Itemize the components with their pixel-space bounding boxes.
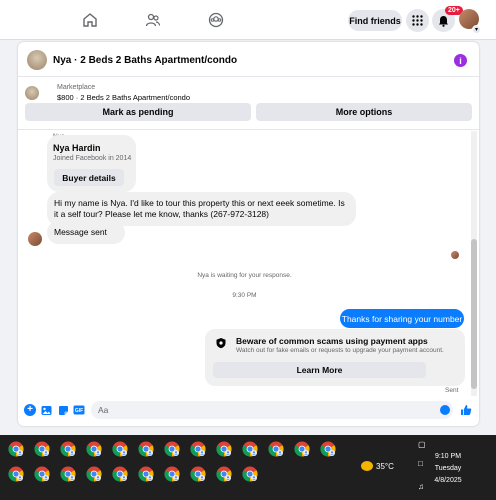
chrome-icon[interactable]: [164, 441, 180, 457]
top-navigation: Find friends 20+ ▾: [0, 0, 496, 40]
clock-time: 9:10 PM: [434, 453, 462, 460]
chrome-icon[interactable]: [242, 466, 258, 482]
network-icon[interactable]: □: [418, 459, 423, 468]
scam-warning-card: Beware of common scams using payment app…: [205, 329, 465, 386]
sender-avatar[interactable]: [28, 232, 42, 246]
sent-status: Sent: [445, 387, 459, 394]
chrome-icon[interactable]: [320, 441, 336, 457]
sticker-icon[interactable]: [57, 404, 69, 416]
chrome-icon[interactable]: [112, 466, 128, 482]
taskbar: 35°C ▢ □ ♫ 9:10 PM Tuesday 4/8/2025: [0, 435, 496, 500]
waiting-notice: Nya is waiting for your response.: [197, 272, 292, 279]
chrome-icon[interactable]: [60, 466, 76, 482]
scam-warning-description: Watch out for fake emails or requests to…: [236, 347, 444, 354]
chrome-icon[interactable]: [86, 466, 102, 482]
photo-icon[interactable]: [40, 404, 52, 416]
composer: + GIF: [18, 399, 479, 426]
more-options-button[interactable]: More options: [256, 103, 472, 121]
listing-thumbnail[interactable]: [25, 86, 39, 100]
grid-icon: [412, 15, 423, 26]
message-list: Nya Nya Hardin Joined Facebook in 2014 B…: [18, 131, 479, 396]
chat-header: Nya · 2 Beds 2 Baths Apartment/condo i: [18, 42, 479, 77]
buyer-name: Nya Hardin: [53, 143, 101, 153]
chrome-icon[interactable]: [216, 441, 232, 457]
chat-window: Nya · 2 Beds 2 Baths Apartment/condo i M…: [18, 42, 479, 426]
chrome-icon[interactable]: [294, 441, 310, 457]
buyer-joined: Joined Facebook in 2014: [53, 155, 132, 162]
listing-banner: Marketplace $800 · 2 Beds 2 Baths Apartm…: [18, 78, 479, 130]
listing-source: Marketplace: [57, 84, 96, 91]
timestamp: 9:30 PM: [232, 292, 257, 299]
friends-icon[interactable]: [141, 8, 165, 32]
chrome-icon[interactable]: [138, 441, 154, 457]
notification-tray-icon[interactable]: ▢: [418, 440, 426, 449]
plus-icon[interactable]: +: [24, 404, 36, 416]
clock-day: Tuesday: [434, 465, 462, 472]
read-receipt-avatar: [451, 251, 459, 259]
chrome-icon[interactable]: [190, 441, 206, 457]
listing-price[interactable]: $800 · 2 Beds 2 Baths Apartment/condo: [57, 93, 190, 102]
gif-icon[interactable]: GIF: [73, 404, 85, 416]
chrome-icon[interactable]: [34, 441, 50, 457]
weather-widget[interactable]: 35°C: [361, 461, 394, 471]
chrome-icon[interactable]: [164, 466, 180, 482]
thread-title[interactable]: Nya · 2 Beds 2 Baths Apartment/condo: [53, 55, 237, 66]
clock[interactable]: 9:10 PM Tuesday 4/8/2025: [430, 451, 466, 487]
info-icon[interactable]: i: [454, 54, 467, 67]
buyer-card: Nya Hardin Joined Facebook in 2014 Buyer…: [47, 135, 136, 192]
weather-icon: [361, 461, 373, 471]
thread-avatar[interactable]: [27, 50, 47, 70]
shield-icon: [216, 338, 226, 349]
chrome-icon[interactable]: [86, 441, 102, 457]
scrollbar[interactable]: [471, 131, 477, 396]
buyer-details-button[interactable]: Buyer details: [54, 169, 124, 186]
groups-icon[interactable]: [204, 8, 228, 32]
volume-icon[interactable]: ♫: [418, 482, 424, 491]
chrome-icon[interactable]: [112, 441, 128, 457]
home-icon[interactable]: [78, 8, 102, 32]
thumbs-up-icon[interactable]: [460, 404, 472, 416]
chrome-icon[interactable]: [268, 441, 284, 457]
emoji-icon[interactable]: [440, 405, 450, 415]
mark-pending-button[interactable]: Mark as pending: [25, 103, 251, 121]
chrome-icon[interactable]: [138, 466, 154, 482]
chrome-icon[interactable]: [216, 466, 232, 482]
message-input[interactable]: [91, 401, 453, 419]
find-friends-button[interactable]: Find friends: [348, 10, 402, 31]
message-bubble-sent: Message sent: [47, 221, 125, 244]
my-message-bubble: Thanks for sharing your number: [340, 309, 464, 328]
chrome-icon[interactable]: [8, 466, 24, 482]
learn-more-button[interactable]: Learn More: [213, 362, 426, 378]
scam-warning-title: Beware of common scams using payment app…: [236, 336, 428, 346]
bell-icon: [439, 15, 448, 27]
scrollbar-thumb[interactable]: [471, 239, 477, 389]
chrome-icon[interactable]: [8, 441, 24, 457]
chevron-down-icon[interactable]: ▾: [472, 25, 481, 34]
chrome-icon[interactable]: [242, 441, 258, 457]
menu-grid-button[interactable]: [406, 9, 429, 32]
svg-text:GIF: GIF: [75, 408, 83, 414]
weather-temp: 35°C: [376, 461, 394, 471]
clock-date: 4/8/2025: [434, 477, 462, 484]
chrome-icon[interactable]: [190, 466, 206, 482]
chrome-icon[interactable]: [34, 466, 50, 482]
chrome-icon[interactable]: [60, 441, 76, 457]
